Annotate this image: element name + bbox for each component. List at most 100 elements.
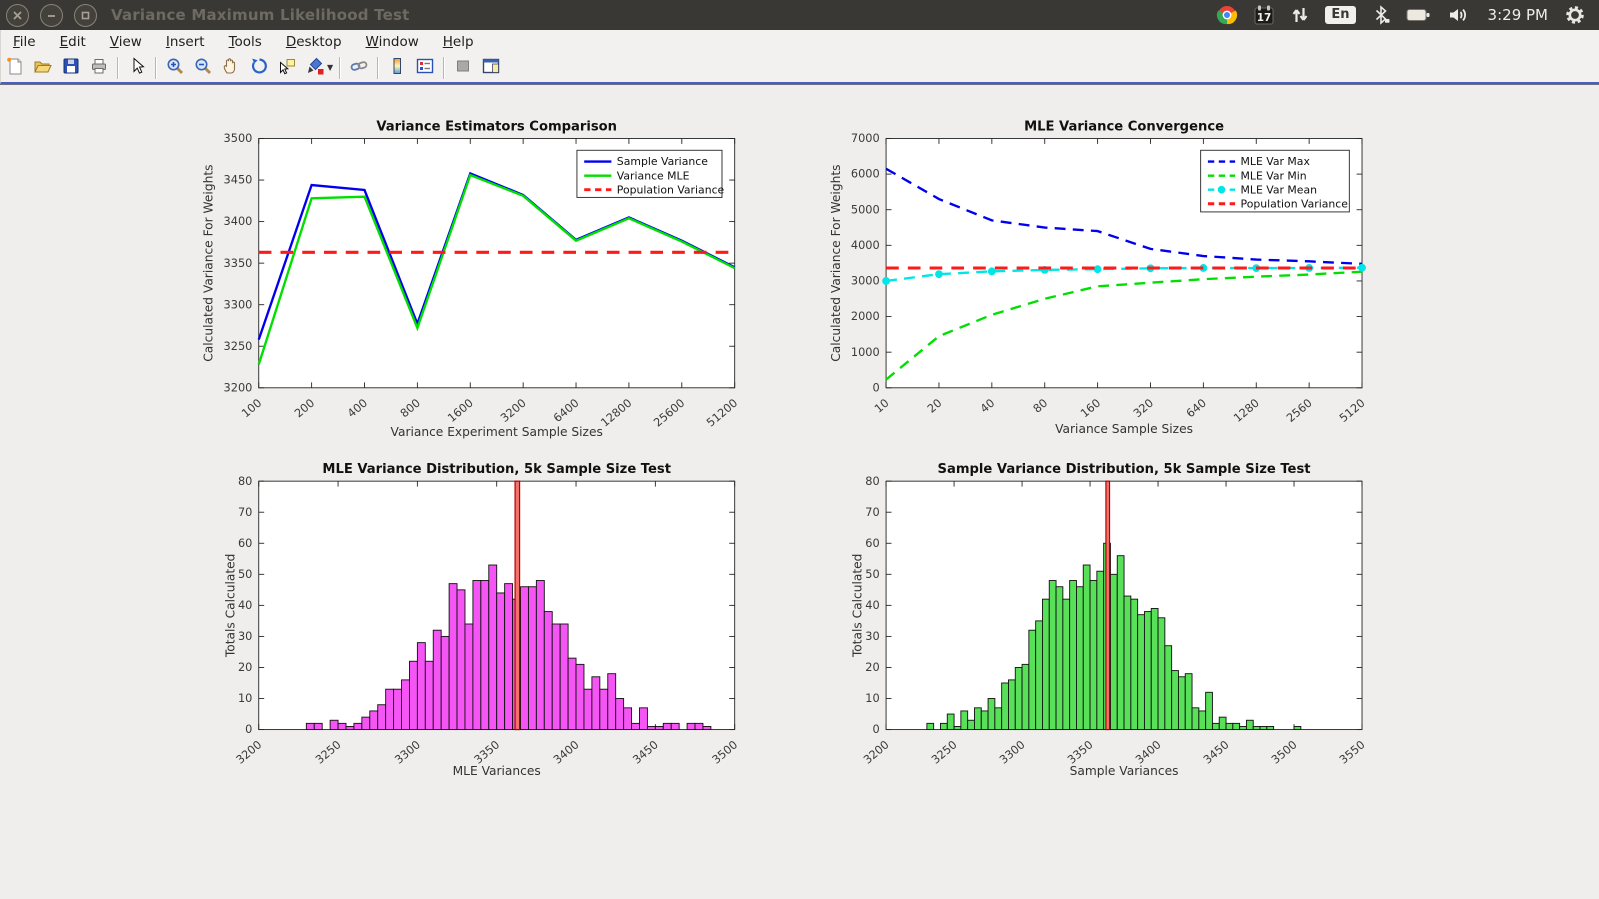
svg-text:MLE Variance Convergence: MLE Variance Convergence xyxy=(1024,119,1224,134)
svg-text:3500: 3500 xyxy=(709,737,740,766)
svg-text:Variance MLE: Variance MLE xyxy=(617,169,690,182)
svg-text:3400: 3400 xyxy=(1133,737,1164,766)
svg-text:3550: 3550 xyxy=(1336,737,1367,766)
svg-text:Variance Experiment Sample Siz: Variance Experiment Sample Sizes xyxy=(391,425,603,439)
menu-item-window[interactable]: Window xyxy=(354,32,431,52)
svg-text:3450: 3450 xyxy=(630,737,661,766)
brush-button[interactable] xyxy=(302,56,328,80)
rotate-3d-button[interactable] xyxy=(246,56,272,80)
svg-text:3000: 3000 xyxy=(851,274,880,288)
svg-text:3350: 3350 xyxy=(1065,737,1096,766)
link-plots-button[interactable] xyxy=(346,56,372,80)
show-plot-tools-icon xyxy=(481,56,501,79)
maximize-button[interactable] xyxy=(74,3,97,27)
svg-text:0: 0 xyxy=(873,380,880,394)
bluetooth-icon[interactable] xyxy=(1371,4,1391,26)
save-icon xyxy=(61,56,81,79)
clock[interactable]: 3:29 PM xyxy=(1488,6,1548,24)
svg-text:5120: 5120 xyxy=(1336,396,1367,425)
zoom-out-icon xyxy=(193,56,213,79)
menu-item-insert[interactable]: Insert xyxy=(154,32,217,52)
toolbar-separator xyxy=(377,56,380,79)
svg-text:320: 320 xyxy=(1130,396,1156,421)
system-tray: 17 En 3:29 PM xyxy=(1216,3,1599,27)
rotate-3d-icon xyxy=(249,56,269,79)
svg-text:50: 50 xyxy=(238,567,252,581)
svg-text:51200: 51200 xyxy=(704,396,741,430)
svg-text:Calculated Variance For Weight: Calculated Variance For Weights xyxy=(202,164,216,361)
zoom-in-icon xyxy=(165,56,185,79)
svg-text:3400: 3400 xyxy=(550,737,581,766)
menu-item-desktop[interactable]: Desktop xyxy=(274,32,354,52)
pointer-button[interactable] xyxy=(124,56,150,80)
svg-text:400: 400 xyxy=(344,396,370,421)
svg-text:3250: 3250 xyxy=(929,737,960,766)
svg-text:MLE Var Max: MLE Var Max xyxy=(1241,155,1311,168)
svg-text:30: 30 xyxy=(865,629,879,643)
insert-colorbar-button[interactable] xyxy=(384,56,410,80)
insert-legend-button[interactable] xyxy=(412,56,438,80)
volume-icon[interactable] xyxy=(1447,4,1473,26)
chrome-icon[interactable] xyxy=(1216,4,1238,26)
svg-text:Sample Variance Distribution,: Sample Variance Distribution, 5k Sample … xyxy=(938,462,1311,477)
hide-plot-tools-button[interactable] xyxy=(450,56,476,80)
calendar-icon[interactable]: 17 xyxy=(1253,4,1275,26)
data-cursor-button[interactable] xyxy=(274,56,300,80)
menu-item-tools[interactable]: Tools xyxy=(217,32,274,52)
screen: Variance Estimators Comparison Variance E… xyxy=(0,0,1599,899)
svg-text:Sample Variances: Sample Variances xyxy=(1070,764,1179,778)
close-button[interactable] xyxy=(6,3,29,27)
toolbar-separator xyxy=(339,56,342,79)
svg-text:3500: 3500 xyxy=(224,131,253,145)
svg-text:640: 640 xyxy=(1183,396,1209,421)
svg-text:60: 60 xyxy=(865,536,879,550)
svg-text:3350: 3350 xyxy=(224,256,253,270)
svg-text:20: 20 xyxy=(238,660,252,674)
figure-canvas: Variance Estimators Comparison Variance E… xyxy=(0,84,1599,899)
zoom-out-button[interactable] xyxy=(190,56,216,80)
menu-item-help[interactable]: Help xyxy=(431,32,486,52)
battery-icon[interactable] xyxy=(1406,4,1432,26)
svg-text:Sample Variance: Sample Variance xyxy=(617,155,708,168)
svg-text:0: 0 xyxy=(245,722,252,736)
svg-text:3200: 3200 xyxy=(861,737,892,766)
toolbar-separator xyxy=(117,56,119,79)
brush-dropdown-arrow[interactable]: ▼ xyxy=(327,63,333,72)
chart-0: Variance Estimators Comparison Variance E… xyxy=(202,119,741,439)
save-button[interactable] xyxy=(58,56,84,80)
svg-text:Variance Sample Sizes: Variance Sample Sizes xyxy=(1055,422,1193,436)
svg-text:3250: 3250 xyxy=(224,339,253,353)
svg-text:6400: 6400 xyxy=(550,396,581,425)
print-button[interactable] xyxy=(86,56,112,80)
keyboard-layout-indicator[interactable]: En xyxy=(1325,6,1356,24)
svg-text:7000: 7000 xyxy=(851,131,880,145)
menu-item-file[interactable]: File xyxy=(1,32,48,52)
zoom-in-button[interactable] xyxy=(162,56,188,80)
hide-plot-tools-icon xyxy=(453,56,473,79)
svg-text:800: 800 xyxy=(397,396,423,421)
new-file-icon xyxy=(5,56,25,79)
settings-gear-icon[interactable] xyxy=(1563,3,1587,27)
show-plot-tools-button[interactable] xyxy=(478,56,504,80)
svg-text:3200: 3200 xyxy=(224,380,253,394)
window-title: Variance Maximum Likelihood Test xyxy=(111,6,410,24)
svg-text:4000: 4000 xyxy=(851,238,880,252)
menu-item-view[interactable]: View xyxy=(98,32,154,52)
minimize-button[interactable] xyxy=(40,3,63,27)
svg-text:20: 20 xyxy=(865,660,879,674)
svg-text:80: 80 xyxy=(1030,396,1050,416)
svg-text:3500: 3500 xyxy=(1268,737,1299,766)
open-file-button[interactable] xyxy=(30,56,56,80)
minimize-icon xyxy=(46,10,57,21)
pan-hand-button[interactable] xyxy=(218,56,244,80)
network-arrows-icon[interactable] xyxy=(1290,4,1310,26)
svg-text:30: 30 xyxy=(238,629,252,643)
svg-text:0: 0 xyxy=(873,722,880,736)
new-file-button[interactable] xyxy=(2,56,28,80)
svg-text:1600: 1600 xyxy=(445,396,476,425)
insert-colorbar-icon xyxy=(387,56,407,79)
menu-item-edit[interactable]: Edit xyxy=(48,32,98,52)
svg-text:3350: 3350 xyxy=(471,737,502,766)
svg-text:10: 10 xyxy=(238,691,252,705)
svg-text:160: 160 xyxy=(1078,396,1104,421)
